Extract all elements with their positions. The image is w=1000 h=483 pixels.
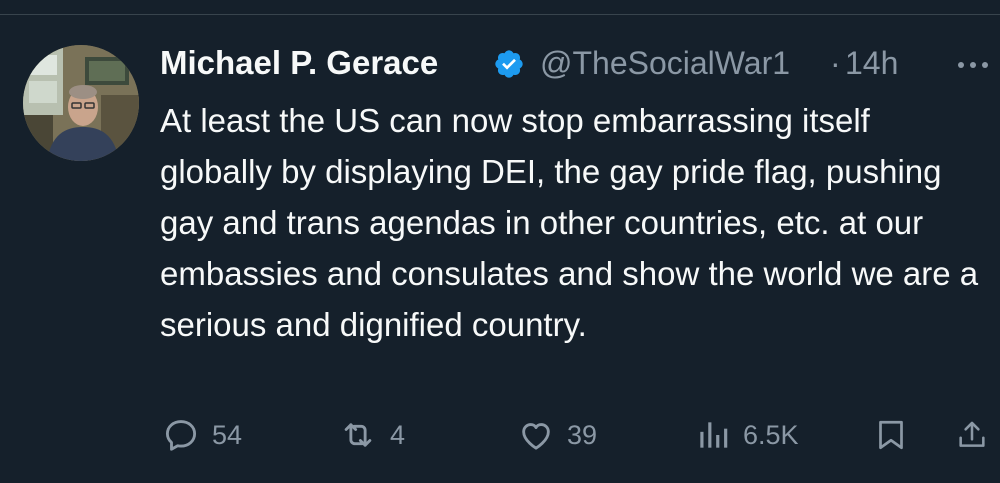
reply-count: 54 [212, 419, 243, 450]
retweet-button[interactable]: 4 [336, 415, 405, 455]
tweet-timestamp[interactable]: 14h [845, 43, 898, 83]
tweet-actions: 54 4 39 6.5K [160, 415, 990, 455]
verified-badge-icon[interactable] [493, 48, 525, 80]
author-handle[interactable]: @TheSocialWar1 [540, 43, 790, 83]
reply-icon [165, 420, 197, 451]
reply-button[interactable]: 54 [160, 415, 242, 455]
tweet-header: Michael P. Gerace @TheSocialWar1 · 14h [160, 43, 990, 89]
separator-dot: · [830, 45, 841, 81]
views-count: 6.5K [743, 419, 799, 450]
share-button[interactable] [955, 415, 989, 455]
like-button[interactable]: 39 [515, 415, 597, 455]
views-button[interactable]: 6.5K [693, 415, 799, 455]
author-avatar[interactable] [23, 45, 139, 161]
avatar-photo [23, 45, 139, 161]
retweet-icon [344, 423, 372, 447]
author-display-name[interactable]: Michael P. Gerace [160, 43, 438, 83]
bookmark-icon [879, 420, 903, 450]
views-chart-icon [700, 422, 728, 448]
share-icon [959, 421, 985, 447]
tweet[interactable]: Michael P. Gerace @TheSocialWar1 · 14h A… [0, 15, 1000, 483]
retweet-count: 4 [390, 419, 406, 450]
more-horizontal-icon[interactable] [955, 43, 991, 83]
bookmark-button[interactable] [873, 415, 909, 455]
like-count: 39 [567, 419, 598, 450]
heart-icon [522, 423, 550, 450]
tweet-text: At least the US can now stop embarrassin… [160, 102, 979, 343]
